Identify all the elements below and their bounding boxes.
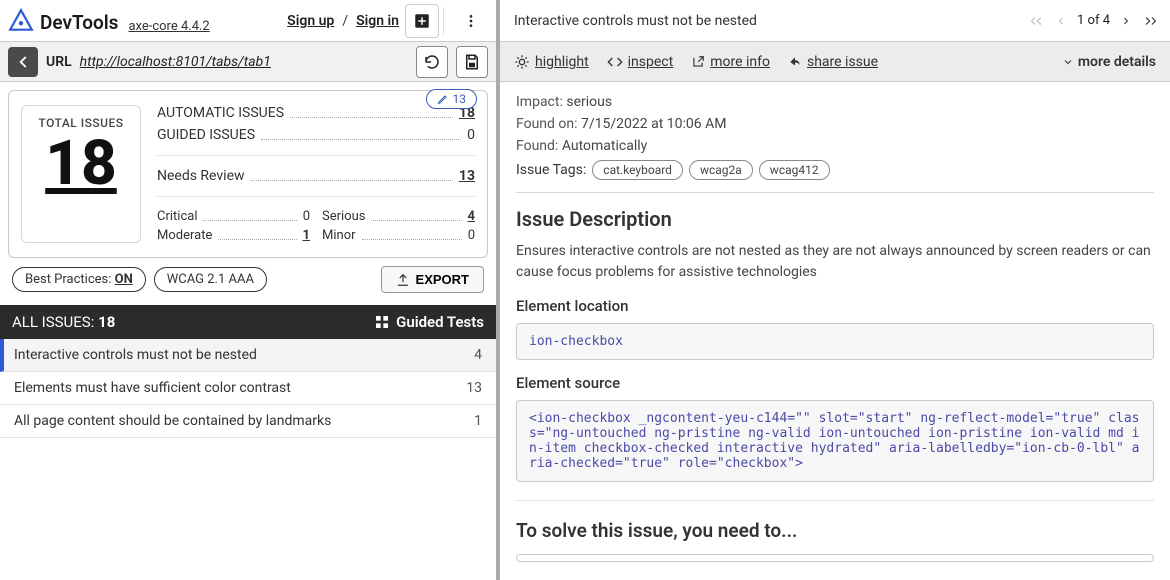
impact-row: Impact: serious bbox=[516, 94, 1154, 110]
sign-in-link[interactable]: Sign in bbox=[356, 13, 399, 29]
chevron-down-icon bbox=[1062, 56, 1074, 68]
issue-tag[interactable]: cat.keyboard bbox=[592, 160, 683, 180]
header-divider bbox=[443, 7, 444, 35]
issue-item-count: 1 bbox=[474, 413, 482, 429]
element-source-code[interactable]: <ion-checkbox _ngcontent-yeu-c144="" slo… bbox=[516, 400, 1154, 482]
add-button[interactable] bbox=[405, 4, 439, 38]
issue-item-count: 4 bbox=[474, 347, 482, 363]
more-details-toggle[interactable]: more details bbox=[1062, 54, 1156, 70]
detail-title: Interactive controls must not be nested bbox=[514, 13, 757, 29]
share-issue-button[interactable]: share issue bbox=[788, 54, 878, 70]
code-icon bbox=[607, 54, 623, 70]
found-row: Found: Automatically bbox=[516, 138, 1154, 154]
summary-card: 13 TOTAL ISSUES 18 AUTOMATIC ISSUES 18 bbox=[8, 90, 488, 258]
issue-item[interactable]: All page content should be contained by … bbox=[0, 405, 496, 438]
detail-header: Interactive controls must not be nested … bbox=[500, 0, 1170, 42]
app-title: DevTools bbox=[40, 11, 118, 34]
element-location-code[interactable]: ion-checkbox bbox=[516, 323, 1154, 360]
issues-list: Interactive controls must not be nested 4… bbox=[0, 339, 496, 580]
pencil-icon bbox=[437, 93, 449, 105]
external-link-icon bbox=[691, 55, 705, 69]
filter-toolbar: Best Practices: ON WCAG 2.1 AAA EXPORT bbox=[0, 266, 496, 305]
issue-item[interactable]: Interactive controls must not be nested 4 bbox=[0, 339, 496, 372]
url-bar: URL http://localhost:8101/tabs/tab1 bbox=[0, 42, 496, 82]
arrow-back-icon bbox=[14, 53, 32, 71]
total-issues-box: TOTAL ISSUES 18 bbox=[21, 105, 141, 243]
solve-heading: To solve this issue, you need to... bbox=[516, 500, 1154, 542]
guided-issues-row[interactable]: GUIDED ISSUES 0 bbox=[157, 127, 475, 143]
prev-page-icon[interactable] bbox=[1055, 15, 1067, 27]
sun-icon bbox=[514, 54, 530, 70]
save-button[interactable] bbox=[456, 46, 488, 78]
issue-item-label: Interactive controls must not be nested bbox=[14, 347, 257, 363]
app-header: DevTools axe-core 4.4.2 Sign up / Sign i… bbox=[0, 0, 496, 42]
inspect-button[interactable]: inspect bbox=[607, 54, 674, 70]
rescan-button[interactable] bbox=[416, 46, 448, 78]
issue-tag[interactable]: wcag2a bbox=[689, 160, 753, 180]
severity-serious-row[interactable]: Serious4 bbox=[322, 209, 475, 224]
severity-moderate-row[interactable]: Moderate1 bbox=[157, 228, 310, 243]
issue-tag[interactable]: wcag412 bbox=[759, 160, 830, 180]
last-page-icon[interactable] bbox=[1142, 14, 1156, 28]
severity-minor-row[interactable]: Minor0 bbox=[322, 228, 475, 243]
issue-item[interactable]: Elements must have sufficient color cont… bbox=[0, 372, 496, 405]
save-icon bbox=[463, 53, 481, 71]
back-button[interactable] bbox=[8, 47, 38, 77]
issues-list-header: ALL ISSUES: 18 Guided Tests bbox=[0, 305, 496, 339]
detail-toolbar: highlight inspect more info share issue … bbox=[500, 42, 1170, 82]
wcag-level-chip[interactable]: WCAG 2.1 AAA bbox=[154, 267, 267, 292]
upload-icon bbox=[396, 273, 410, 287]
share-icon bbox=[788, 55, 802, 69]
best-practices-toggle[interactable]: Best Practices: ON bbox=[12, 267, 146, 292]
issue-tags: Issue Tags: cat.keyboardwcag2awcag412 bbox=[516, 160, 1154, 180]
menu-button[interactable] bbox=[454, 4, 488, 38]
guided-tests-button[interactable]: Guided Tests bbox=[374, 313, 484, 331]
element-location-heading: Element location bbox=[516, 297, 1154, 315]
detail-body: Impact: serious Found on: 7/15/2022 at 1… bbox=[500, 82, 1170, 580]
next-page-icon[interactable] bbox=[1120, 15, 1132, 27]
highlight-button[interactable]: highlight bbox=[514, 54, 589, 70]
detail-pager: 1 of 4 bbox=[1031, 13, 1156, 28]
found-on-row: Found on: 7/15/2022 at 10:06 AM bbox=[516, 116, 1154, 132]
issue-description-heading: Issue Description bbox=[516, 192, 1154, 231]
grid-icon bbox=[374, 314, 390, 330]
axe-core-version-link[interactable]: axe-core 4.4.2 bbox=[128, 19, 209, 34]
issue-item-label: All page content should be contained by … bbox=[14, 413, 331, 429]
first-page-icon[interactable] bbox=[1031, 14, 1045, 28]
export-button[interactable]: EXPORT bbox=[381, 266, 484, 293]
severity-critical-row[interactable]: Critical0 bbox=[157, 209, 310, 224]
automatic-issues-row[interactable]: AUTOMATIC ISSUES 18 bbox=[157, 105, 475, 121]
needs-review-badge[interactable]: 13 bbox=[426, 89, 478, 109]
more-info-button[interactable]: more info bbox=[691, 54, 770, 70]
issue-item-count: 13 bbox=[466, 380, 482, 396]
url-link[interactable]: http://localhost:8101/tabs/tab1 bbox=[80, 54, 271, 70]
refresh-icon bbox=[423, 53, 441, 71]
solve-placeholder bbox=[516, 554, 1154, 562]
axe-logo-icon bbox=[8, 8, 34, 34]
add-box-icon bbox=[413, 12, 431, 30]
url-label: URL bbox=[46, 54, 72, 70]
issue-item-label: Elements must have sufficient color cont… bbox=[14, 380, 291, 396]
element-source-heading: Element source bbox=[516, 374, 1154, 392]
more-vert-icon bbox=[463, 13, 479, 29]
issue-description-text: Ensures interactive controls are not nes… bbox=[516, 241, 1154, 283]
sign-up-link[interactable]: Sign up bbox=[287, 13, 334, 29]
total-issues-count[interactable]: 18 bbox=[45, 127, 117, 200]
auth-separator: / bbox=[342, 13, 348, 29]
needs-review-row[interactable]: Needs Review 13 bbox=[157, 168, 475, 184]
